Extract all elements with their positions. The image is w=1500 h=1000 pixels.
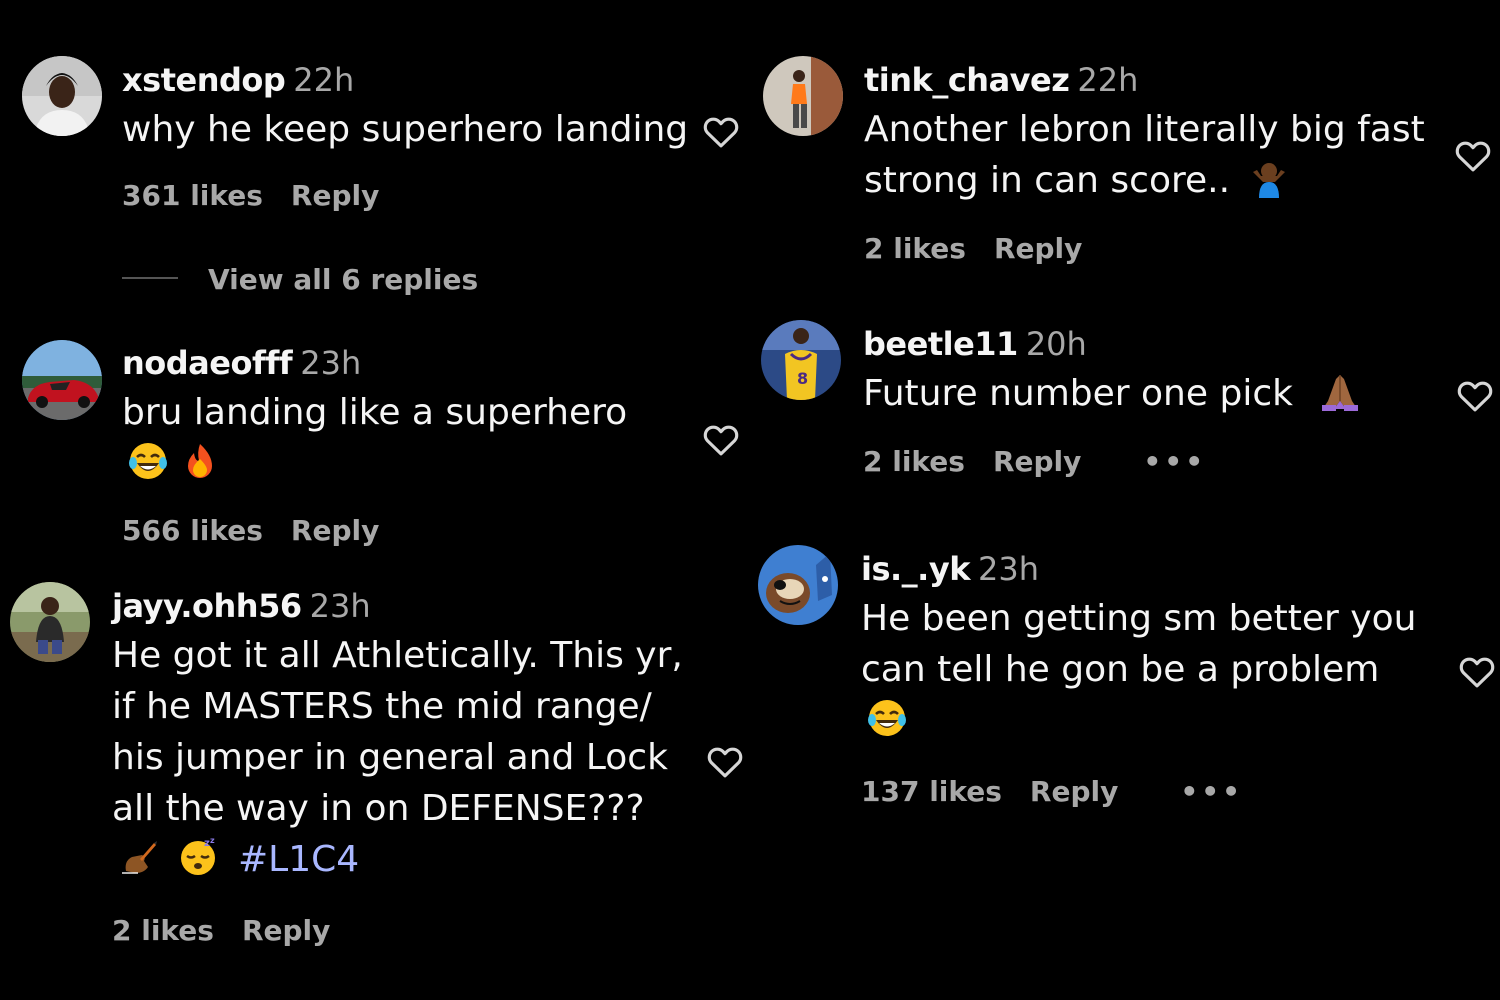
comment-text-line: all the way in on DEFENSE??? <box>112 788 645 829</box>
comment-text: He been getting sm better you can tell h… <box>861 593 1416 746</box>
likes-count[interactable]: 566 likes <box>122 514 263 547</box>
comment-emoji-line <box>122 438 627 489</box>
sleeping-face-icon: zz <box>178 837 218 877</box>
comment-timestamp: 23h <box>309 587 371 625</box>
avatar-jayy-ohh56[interactable] <box>10 582 90 662</box>
view-replies-button[interactable]: View all 6 replies <box>208 262 478 298</box>
like-heart-icon[interactable] <box>700 110 742 152</box>
comment-text-fragment: strong in can score.. <box>864 160 1231 201</box>
comment-text-line: can tell he gon be a problem <box>861 649 1380 690</box>
likes-count[interactable]: 361 likes <box>122 179 263 212</box>
like-heart-icon[interactable] <box>1456 650 1498 692</box>
comment-text-line: strong in can score.. <box>864 155 1425 206</box>
like-heart-icon[interactable] <box>700 418 742 460</box>
comment-text-line: Another lebron literally big fast <box>864 109 1425 150</box>
writing-hand-icon <box>118 837 158 877</box>
face-with-tears-of-joy-icon <box>867 698 907 738</box>
comment-emoji-line: zz #L1C4 <box>112 834 683 885</box>
comment-emoji-line <box>861 695 1416 746</box>
comment-text: bru landing like a superhero <box>122 387 627 489</box>
avatar-tink-chavez[interactable] <box>763 56 843 136</box>
comment-text-line: if he MASTERS the mid range/ <box>112 686 652 727</box>
comment-timestamp: 23h <box>977 550 1039 588</box>
comment-text-line: bru landing like a superhero <box>122 392 628 433</box>
avatar-xstendop[interactable] <box>22 56 102 136</box>
reply-button[interactable]: Reply <box>242 914 330 947</box>
avatar-image <box>758 545 838 625</box>
svg-text:8: 8 <box>797 369 808 388</box>
fire-icon <box>180 441 220 481</box>
avatar-image <box>22 56 102 136</box>
reply-button[interactable]: Reply <box>994 232 1082 265</box>
likes-count[interactable]: 2 likes <box>863 445 965 478</box>
comment-username[interactable]: xstendop <box>122 61 286 99</box>
comment-text-line: his jumper in general and Lock <box>112 737 668 778</box>
comment-username[interactable]: nodaeofff <box>122 344 293 382</box>
comment-text: Another lebron literally big fast strong… <box>864 104 1425 206</box>
comment-username[interactable]: beetle11 <box>863 325 1018 363</box>
person-shrugging-icon <box>1249 158 1289 198</box>
reply-button[interactable]: Reply <box>291 514 379 547</box>
comment-text-fragment: Future number one pick <box>863 373 1293 414</box>
face-with-tears-of-joy-icon <box>128 441 168 481</box>
likes-count[interactable]: 2 likes <box>864 232 966 265</box>
like-heart-icon[interactable] <box>704 740 746 782</box>
avatar-nodaeofff[interactable] <box>22 340 102 420</box>
folded-hands-icon <box>1320 371 1360 411</box>
avatar-is-yk[interactable] <box>758 545 838 625</box>
like-heart-icon[interactable] <box>1452 134 1494 176</box>
comment-text-line: He got it all Athletically. This yr, <box>112 635 683 676</box>
comment-text: why he keep superhero landing <box>122 104 688 155</box>
comment-text-line: He been getting sm better you <box>861 598 1417 639</box>
avatar-image: 8 <box>761 320 841 400</box>
comment-timestamp: 22h <box>1077 61 1139 99</box>
comment-text-line: Future number one pick <box>863 368 1372 419</box>
avatar-beetle11[interactable]: 8 <box>761 320 841 400</box>
comment-timestamp: 22h <box>293 61 355 99</box>
more-options-button[interactable]: ••• <box>1180 775 1243 808</box>
reply-button[interactable]: Reply <box>1030 775 1118 808</box>
replies-divider <box>122 277 178 279</box>
reply-button[interactable]: Reply <box>993 445 1081 478</box>
avatar-image <box>763 56 843 136</box>
comment-text-line: why he keep superhero landing <box>122 109 689 150</box>
comment-text: He got it all Athletically. This yr, if … <box>112 630 683 885</box>
likes-count[interactable]: 137 likes <box>861 775 1002 808</box>
comment-username[interactable]: tink_chavez <box>864 61 1070 99</box>
like-heart-icon[interactable] <box>1454 374 1496 416</box>
reply-button[interactable]: Reply <box>291 179 379 212</box>
avatar-image <box>22 340 102 420</box>
svg-text:z: z <box>210 837 215 845</box>
more-options-button[interactable]: ••• <box>1143 445 1206 478</box>
comment-timestamp: 20h <box>1025 325 1087 363</box>
comment-timestamp: 23h <box>300 344 362 382</box>
comment-username[interactable]: jayy.ohh56 <box>112 587 302 625</box>
likes-count[interactable]: 2 likes <box>112 914 214 947</box>
hashtag-link[interactable]: #L1C4 <box>238 839 359 880</box>
comment-text: Future number one pick <box>863 368 1372 419</box>
comment-username[interactable]: is._.yk <box>861 550 970 588</box>
avatar-image <box>10 582 90 662</box>
